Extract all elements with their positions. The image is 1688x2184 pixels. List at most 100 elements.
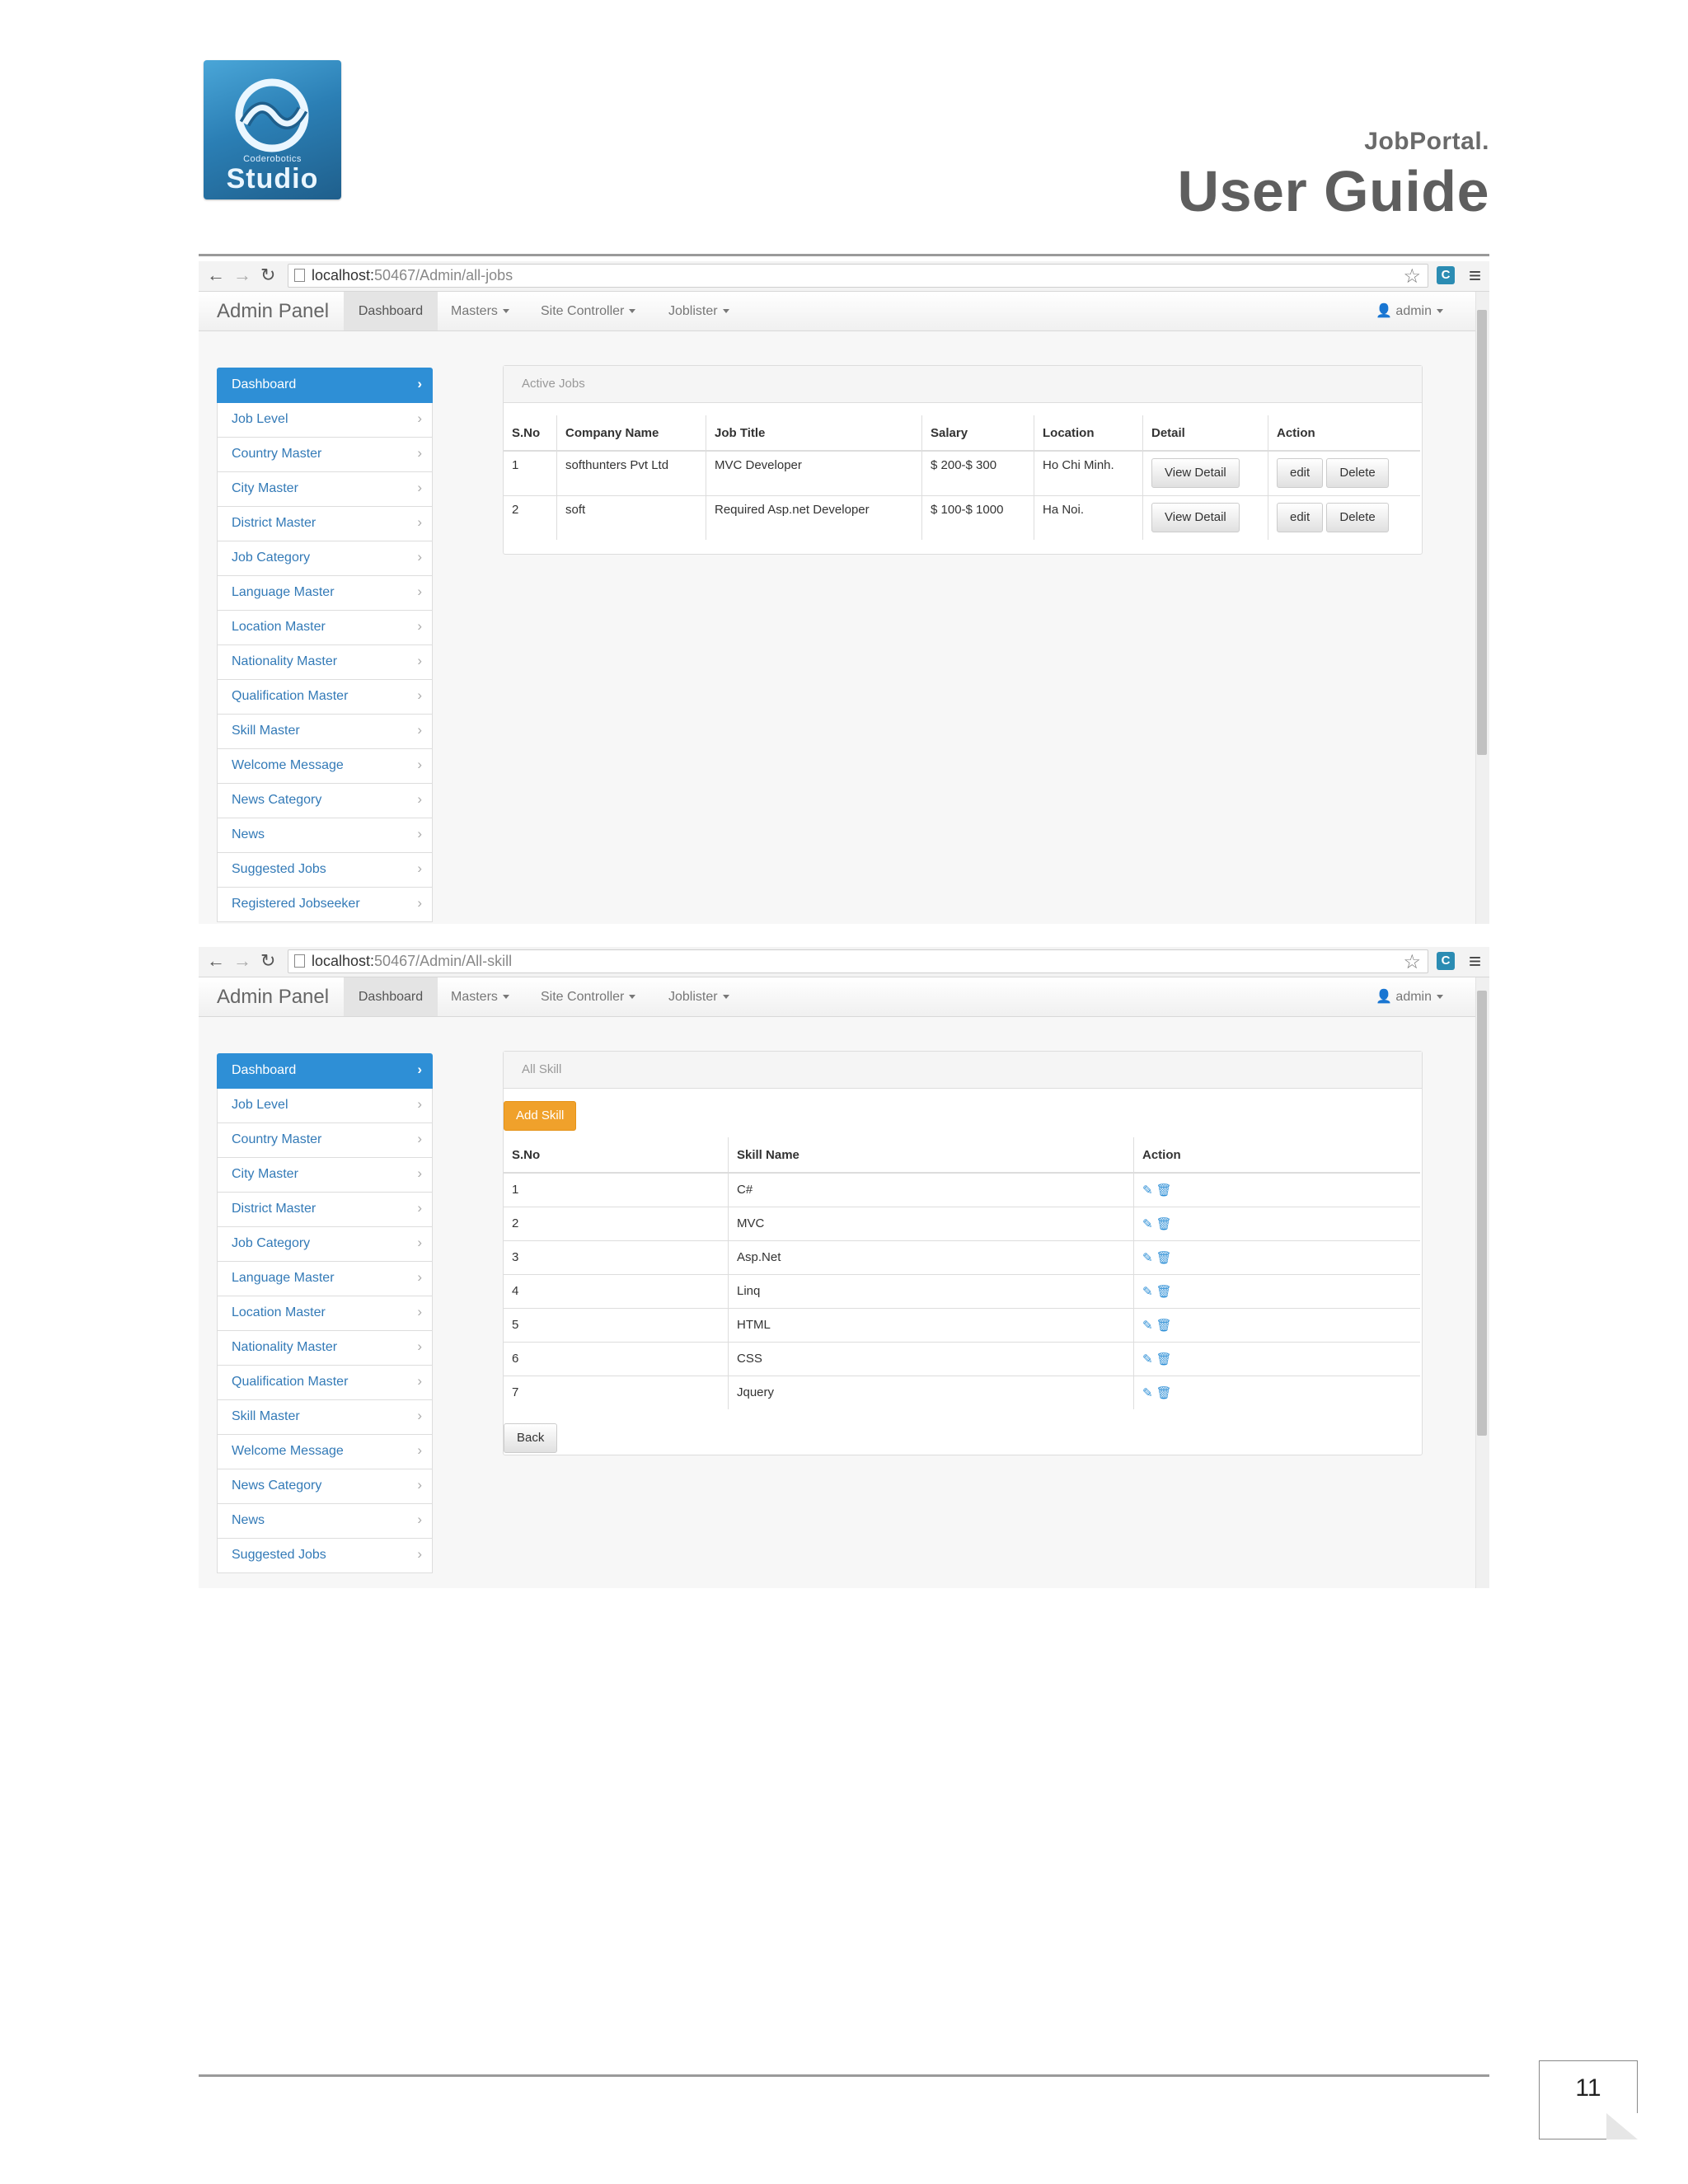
delete-button[interactable]: Delete — [1326, 503, 1389, 533]
sidebar-item[interactable]: Job Level › — [217, 403, 433, 438]
nav-site-controller[interactable]: Site Controller — [541, 977, 636, 1016]
extension-icon[interactable]: C — [1437, 952, 1455, 970]
back-arrow-icon[interactable]: ← — [207, 950, 225, 972]
trash-icon[interactable]: 🗑 — [1156, 1352, 1172, 1366]
add-skill-button[interactable]: Add Skill — [504, 1101, 577, 1131]
sidebar-item[interactable]: City Master › — [217, 1158, 433, 1193]
trash-icon[interactable]: 🗑 — [1156, 1251, 1172, 1265]
edit-icon[interactable]: ✎ — [1142, 1386, 1153, 1400]
nav-site-controller[interactable]: Site Controller — [541, 292, 636, 330]
edit-icon[interactable]: ✎ — [1142, 1217, 1153, 1231]
edit-icon[interactable]: ✎ — [1142, 1319, 1153, 1333]
sidebar-item[interactable]: Location Master › — [217, 1296, 433, 1331]
sidebar-item[interactable]: News › — [217, 818, 433, 853]
url-field[interactable]: localhost:50467/Admin/All-skill ☆ — [288, 949, 1428, 973]
caret-down-icon — [629, 995, 636, 1000]
nav-dashboard[interactable]: Dashboard — [344, 292, 438, 330]
trash-icon[interactable]: 🗑 — [1156, 1217, 1172, 1231]
forward-arrow-icon[interactable]: → — [233, 265, 251, 286]
sidebar-item[interactable]: Language Master › — [217, 576, 433, 611]
sidebar-item-label: Job Category — [232, 1236, 311, 1250]
sidebar-item[interactable]: Dashboard › — [217, 368, 433, 403]
view-detail-button[interactable]: View Detail — [1151, 503, 1240, 533]
sidebar-item[interactable]: Job Category › — [217, 1227, 433, 1262]
nav-masters[interactable]: Masters — [451, 977, 509, 1016]
scrollbar-thumb[interactable] — [1477, 991, 1487, 1436]
sidebar-item[interactable]: Nationality Master › — [217, 645, 433, 680]
back-arrow-icon[interactable]: ← — [207, 265, 225, 286]
sidebar-item[interactable]: City Master › — [217, 472, 433, 507]
sidebar-item[interactable]: Skill Master › — [217, 715, 433, 749]
reload-icon[interactable]: ↻ — [260, 265, 275, 286]
navbar-brand[interactable]: Admin Panel — [217, 300, 329, 323]
edit-button[interactable]: edit — [1277, 503, 1324, 533]
sidebar-item[interactable]: Language Master › — [217, 1262, 433, 1296]
nav-joblister[interactable]: Joblister — [668, 977, 729, 1016]
sidebar-item-label: Language Master — [232, 1271, 335, 1285]
edit-button[interactable]: edit — [1277, 458, 1324, 489]
nav-masters[interactable]: Masters — [451, 292, 509, 330]
trash-icon[interactable]: 🗑 — [1156, 1319, 1172, 1333]
admin-navbar: Admin Panel Dashboard Masters Site Contr… — [199, 292, 1476, 331]
user-menu[interactable]: 👤 admin — [1376, 292, 1443, 330]
sidebar-item[interactable]: Registered Jobseeker › — [217, 888, 433, 922]
delete-button[interactable]: Delete — [1326, 458, 1389, 489]
edit-icon[interactable]: ✎ — [1142, 1285, 1153, 1299]
sidebar-item[interactable]: Welcome Message › — [217, 1435, 433, 1469]
nav-dashboard[interactable]: Dashboard — [344, 977, 438, 1016]
hamburger-menu-icon[interactable]: ≡ — [1469, 263, 1481, 288]
hamburger-menu-icon[interactable]: ≡ — [1469, 949, 1481, 974]
table-row: 1 softhunters Pvt Ltd MVC Developer $ 20… — [504, 450, 1420, 495]
sidebar-item[interactable]: Qualification Master › — [217, 680, 433, 715]
sidebar-item[interactable]: District Master › — [217, 507, 433, 541]
bookmark-star-icon[interactable]: ☆ — [1403, 265, 1421, 288]
sidebar-item[interactable]: Qualification Master › — [217, 1366, 433, 1400]
sidebar-item[interactable]: News Category › — [217, 784, 433, 818]
scrollbar[interactable] — [1475, 977, 1489, 1588]
back-button[interactable]: Back — [504, 1423, 558, 1453]
edit-icon[interactable]: ✎ — [1142, 1251, 1153, 1265]
sidebar-item[interactable]: Suggested Jobs › — [217, 853, 433, 888]
sidebar-item[interactable]: Nationality Master › — [217, 1331, 433, 1366]
view-detail-button[interactable]: View Detail — [1151, 458, 1240, 489]
trash-icon[interactable]: 🗑 — [1156, 1386, 1172, 1400]
skill-name-cell: MVC — [728, 1206, 1134, 1240]
sno-cell: 1 — [504, 450, 557, 495]
sidebar-item[interactable]: Country Master › — [217, 438, 433, 472]
table-row: 7 Jquery ✎ 🗑 — [504, 1375, 1420, 1409]
caret-down-icon — [502, 995, 509, 1000]
sidebar-item[interactable]: District Master › — [217, 1193, 433, 1227]
sidebar-item[interactable]: Dashboard › — [217, 1053, 433, 1089]
bookmark-star-icon[interactable]: ☆ — [1403, 950, 1421, 974]
sidebar-item-label: Qualification Master — [232, 1375, 349, 1389]
sidebar-item[interactable]: Job Category › — [217, 541, 433, 576]
action-cell: ✎ 🗑 — [1133, 1206, 1420, 1240]
navbar-brand[interactable]: Admin Panel — [217, 986, 329, 1009]
sidebar-item[interactable]: News Category › — [217, 1469, 433, 1504]
chevron-right-icon: › — [417, 1338, 422, 1354]
address-bar-row: ← → ↻ localhost:50467/Admin/All-skill ☆ … — [199, 947, 1489, 977]
sidebar-item[interactable]: Welcome Message › — [217, 749, 433, 784]
sidebar-item[interactable]: Location Master › — [217, 611, 433, 645]
scrollbar-thumb[interactable] — [1477, 310, 1487, 755]
trash-icon[interactable]: 🗑 — [1156, 1285, 1172, 1299]
chevron-right-icon: › — [417, 826, 422, 841]
sidebar-item[interactable]: News › — [217, 1504, 433, 1539]
sidebar-item[interactable]: Job Level › — [217, 1089, 433, 1123]
sidebar-item-label: Skill Master — [232, 1409, 300, 1423]
user-menu[interactable]: 👤 admin — [1376, 977, 1443, 1016]
url-field[interactable]: localhost:50467/Admin/all-jobs ☆ — [288, 264, 1428, 288]
edit-icon[interactable]: ✎ — [1142, 1352, 1153, 1366]
extension-icon[interactable]: C — [1437, 266, 1455, 284]
chevron-right-icon: › — [417, 791, 422, 807]
sidebar-item[interactable]: Country Master › — [217, 1123, 433, 1158]
trash-icon[interactable]: 🗑 — [1156, 1183, 1172, 1197]
reload-icon[interactable]: ↻ — [260, 950, 275, 972]
sidebar-item[interactable]: Skill Master › — [217, 1400, 433, 1435]
scrollbar[interactable] — [1475, 292, 1489, 924]
edit-icon[interactable]: ✎ — [1142, 1183, 1153, 1197]
nav-joblister[interactable]: Joblister — [668, 292, 729, 330]
forward-arrow-icon[interactable]: → — [233, 950, 251, 972]
chevron-right-icon: › — [417, 618, 422, 634]
sidebar-item[interactable]: Suggested Jobs › — [217, 1539, 433, 1573]
